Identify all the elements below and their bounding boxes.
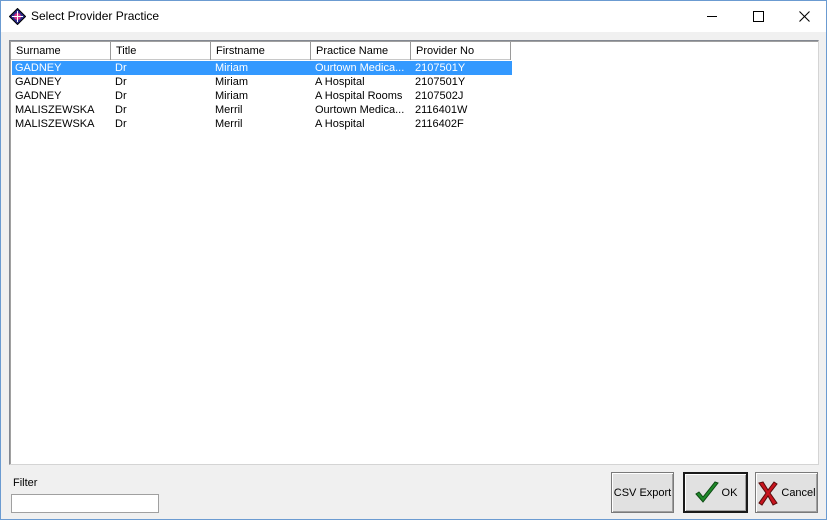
select-provider-window: Select Provider Practice Surname Title F…: [0, 0, 827, 520]
title-bar[interactable]: Select Provider Practice: [1, 1, 826, 32]
cell-surname: MALISZEWSKA: [15, 104, 95, 116]
cell-title: Dr: [115, 76, 127, 88]
checkmark-icon: [694, 480, 719, 503]
window-title: Select Provider Practice: [31, 9, 160, 23]
column-header-surname[interactable]: Surname: [11, 42, 111, 60]
cell-firstname: Merril: [215, 104, 243, 116]
table-row[interactable]: GADNEY Dr Miriam A Hospital Rooms 210750…: [12, 89, 512, 103]
cell-practice-name: Ourtown Medica...: [315, 62, 405, 74]
cell-provider-no: 2116401W: [415, 104, 468, 116]
cancel-button[interactable]: Cancel: [755, 472, 818, 513]
ok-button[interactable]: OK: [683, 472, 748, 513]
list-rows: GADNEY Dr Miriam Ourtown Medica... 21075…: [12, 61, 512, 131]
maximize-button[interactable]: [735, 1, 781, 32]
maximize-icon: [752, 11, 764, 22]
minimize-button[interactable]: [689, 1, 735, 32]
cell-provider-no: 2107501Y: [415, 62, 466, 74]
csv-export-button[interactable]: CSV Export: [611, 472, 674, 513]
close-icon: [798, 11, 810, 22]
close-button[interactable]: [781, 1, 827, 32]
cell-practice-name: Ourtown Medica...: [315, 104, 405, 116]
cell-provider-no: 2107501Y: [415, 76, 466, 88]
ok-label: OK: [721, 486, 738, 499]
table-row[interactable]: MALISZEWSKA Dr Merril Ourtown Medica... …: [12, 103, 512, 117]
table-row[interactable]: GADNEY Dr Miriam Ourtown Medica... 21075…: [12, 61, 512, 75]
cell-firstname: Miriam: [215, 90, 248, 102]
column-header-provider-no[interactable]: Provider No: [411, 42, 511, 60]
cell-practice-name: A Hospital Rooms: [315, 90, 403, 102]
minimize-icon: [706, 16, 717, 17]
column-header-practice-name[interactable]: Practice Name: [311, 42, 411, 60]
cell-provider-no: 2107502J: [415, 90, 464, 102]
cell-provider-no: 2116402F: [415, 118, 464, 130]
list-header: Surname Title Firstname Practice Name Pr…: [11, 42, 511, 60]
cell-firstname: Miriam: [215, 76, 248, 88]
cell-firstname: Miriam: [215, 62, 248, 74]
cell-surname: MALISZEWSKA: [15, 118, 95, 130]
provider-list[interactable]: Surname Title Firstname Practice Name Pr…: [9, 40, 819, 465]
table-row[interactable]: GADNEY Dr Miriam A Hospital 2107501Y: [12, 75, 512, 89]
cell-practice-name: A Hospital: [315, 76, 365, 88]
app-diamond-icon: [9, 8, 26, 25]
table-row[interactable]: MALISZEWSKA Dr Merril A Hospital 2116402…: [12, 117, 512, 131]
cell-firstname: Merril: [215, 118, 243, 130]
cell-title: Dr: [115, 118, 127, 130]
filter-input[interactable]: [11, 494, 159, 513]
cell-title: Dr: [115, 90, 127, 102]
red-x-icon: [758, 480, 779, 506]
cell-surname: GADNEY: [15, 76, 62, 88]
cell-surname: GADNEY: [15, 90, 62, 102]
cell-title: Dr: [115, 62, 127, 74]
csv-export-label: CSV Export: [613, 486, 672, 499]
column-header-title[interactable]: Title: [111, 42, 211, 60]
filter-label: Filter: [13, 477, 38, 489]
cancel-label: Cancel: [781, 486, 816, 499]
cell-surname: GADNEY: [15, 62, 62, 74]
cell-practice-name: A Hospital: [315, 118, 365, 130]
column-header-firstname[interactable]: Firstname: [211, 42, 311, 60]
cell-title: Dr: [115, 104, 127, 116]
